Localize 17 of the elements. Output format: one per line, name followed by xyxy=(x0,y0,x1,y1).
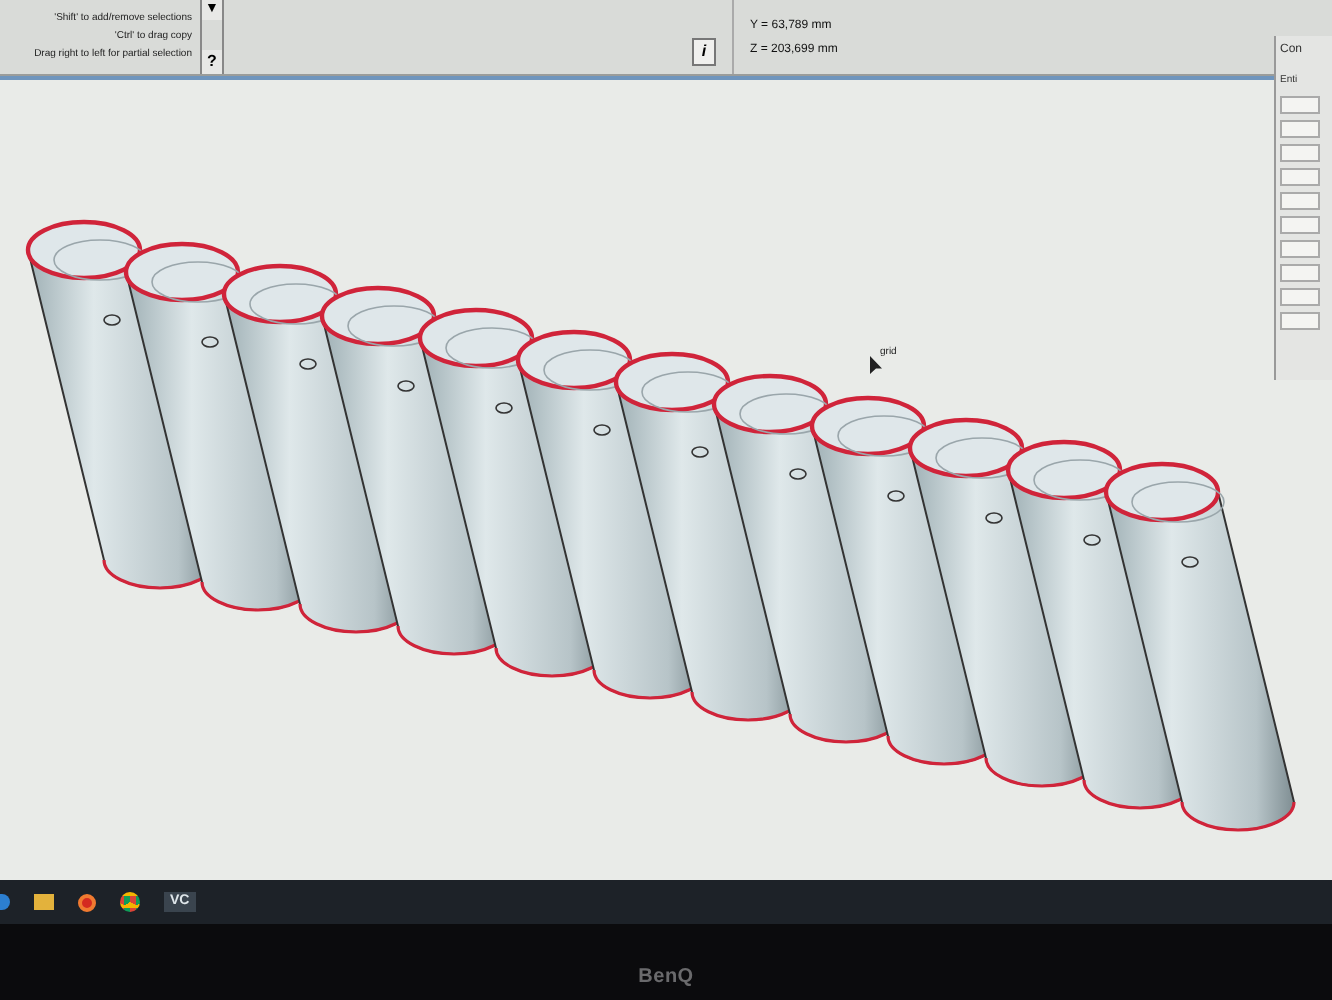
entity-row[interactable] xyxy=(1280,239,1320,257)
entity-row[interactable] xyxy=(1280,119,1320,137)
info-button[interactable]: i xyxy=(692,38,716,66)
entity-row[interactable] xyxy=(1280,287,1320,305)
browser-icon[interactable] xyxy=(120,892,140,912)
help-button[interactable]: ? xyxy=(202,50,222,74)
record-icon[interactable] xyxy=(78,893,96,911)
app-icon[interactable] xyxy=(0,894,10,910)
entity-row[interactable] xyxy=(1280,311,1320,329)
entity-row[interactable] xyxy=(1280,191,1320,209)
entity-row[interactable] xyxy=(1280,95,1320,113)
entity-row[interactable] xyxy=(1280,143,1320,161)
entity-row[interactable] xyxy=(1280,167,1320,185)
entity-row[interactable] xyxy=(1280,215,1320,233)
cursor-icon xyxy=(870,356,882,374)
entity-row[interactable] xyxy=(1280,263,1320,281)
monitor-brand: BenQ xyxy=(638,964,694,992)
